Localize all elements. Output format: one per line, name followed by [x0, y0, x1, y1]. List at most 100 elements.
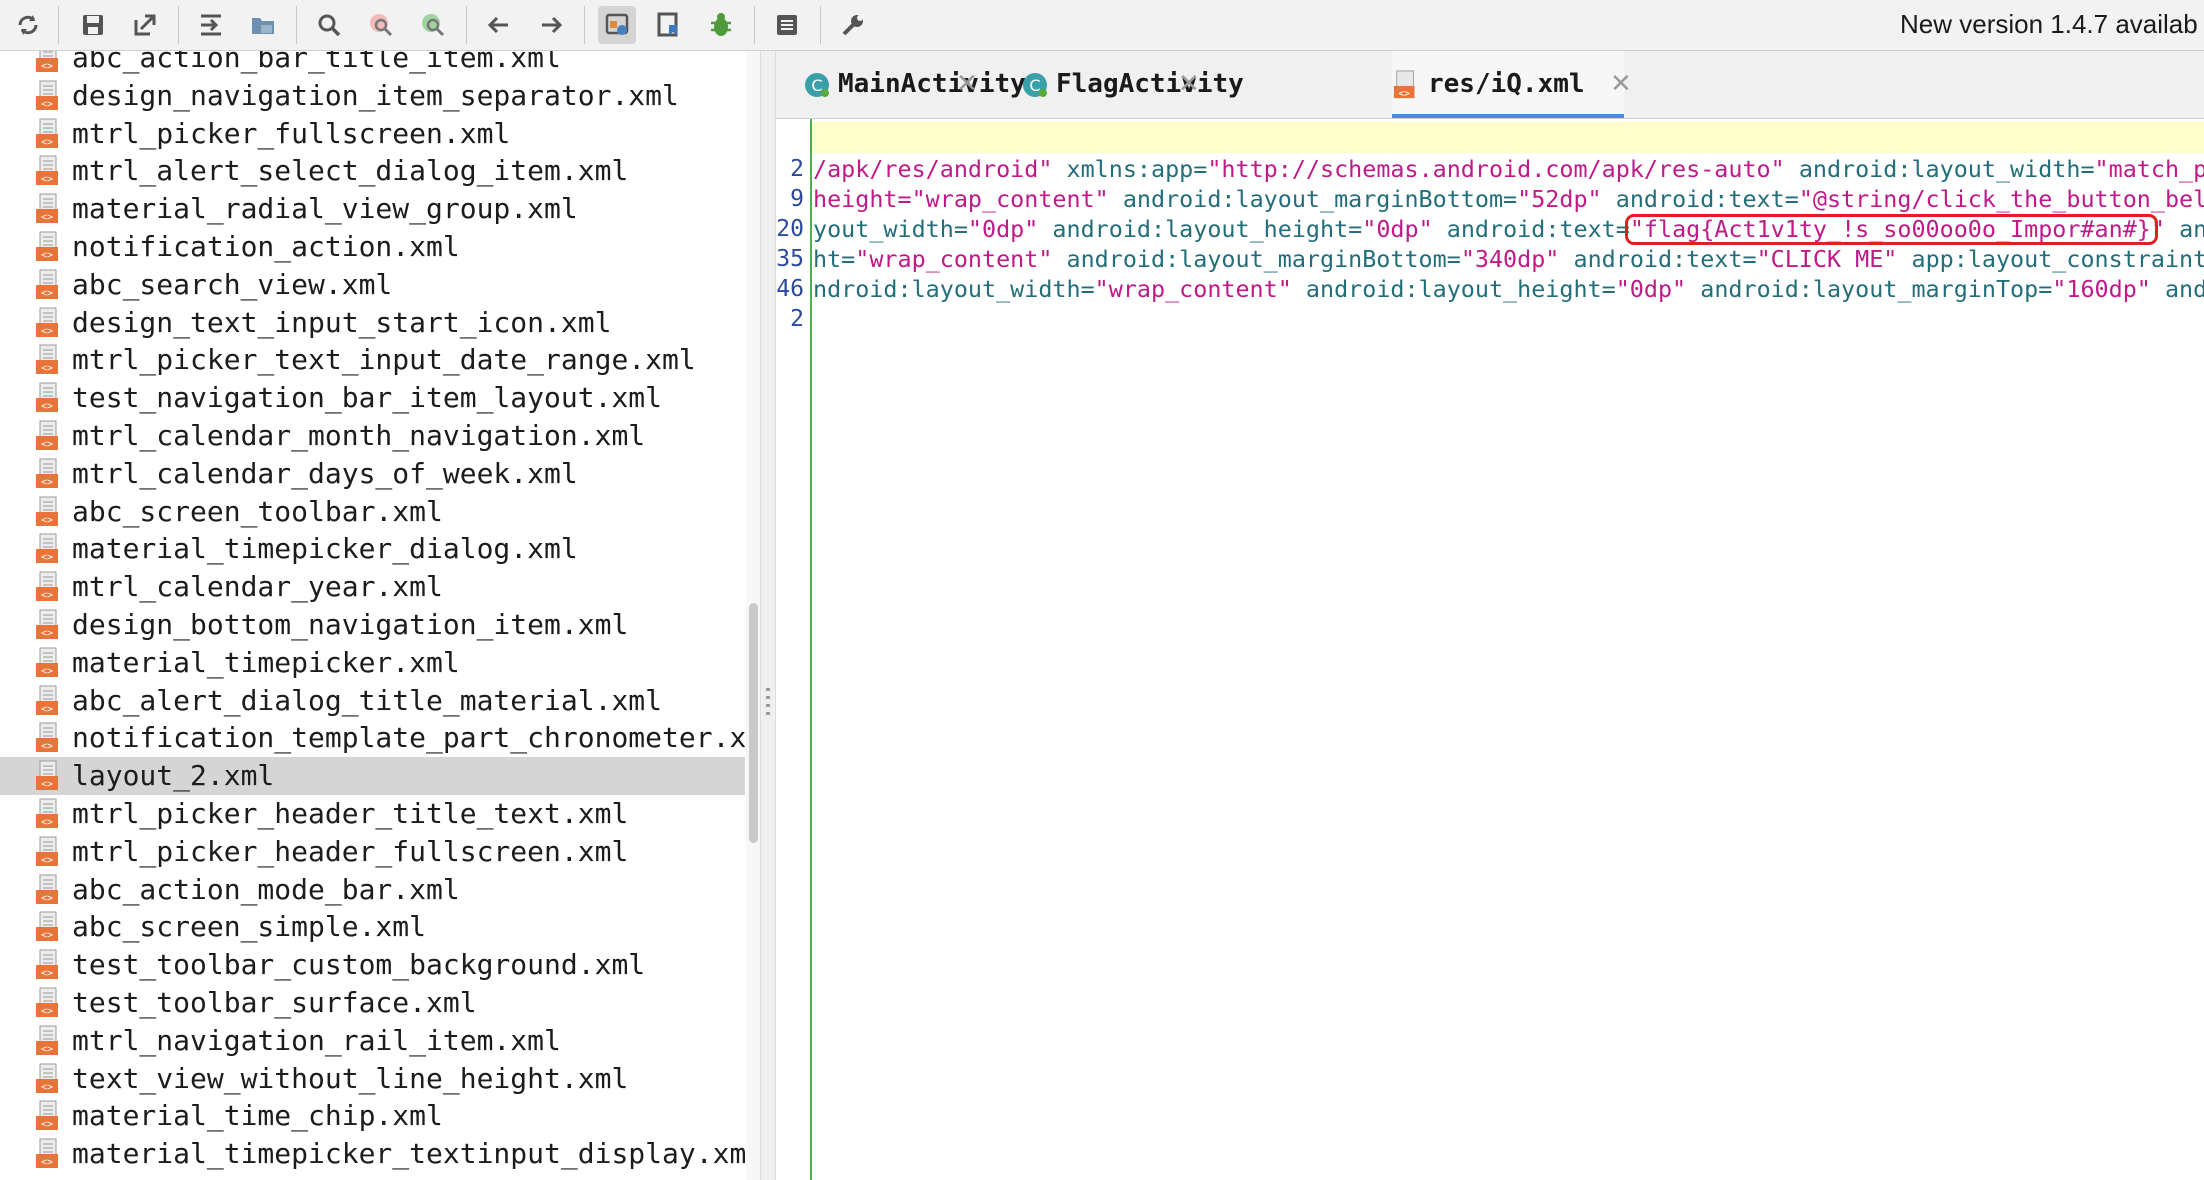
tab-res-iq-xml[interactable]: <> res/iQ.xml ✕: [1392, 51, 1632, 118]
find-class-icon[interactable]: [362, 6, 400, 44]
tree-item-abc-screen-toolbar[interactable]: <> abc_screen_toolbar.xml: [0, 493, 745, 531]
tree-item-abc-action-bar-title-item[interactable]: <> abc_action_bar_title_item.xml: [0, 51, 745, 77]
sync-icon[interactable]: [9, 6, 47, 44]
back-arrow-icon[interactable]: [480, 6, 518, 44]
tree-item-mtrl-picker-header-fullscreen[interactable]: <> mtrl_picker_header_fullscreen.xml: [0, 833, 745, 871]
tree-item-design-navigation-item-separator[interactable]: <> design_navigation_item_separator.xml: [0, 77, 745, 115]
tree-item-abc-search-view[interactable]: <> abc_search_view.xml: [0, 266, 745, 304]
tab-main-activity[interactable]: C MainActivity ✕: [776, 51, 1026, 118]
navigate-icon[interactable]: [192, 6, 230, 44]
xml-file-icon: <>: [34, 798, 64, 830]
find-usage-icon[interactable]: [414, 6, 452, 44]
resource-file-tree: <> abc_action_bar_title_item.xml <> design_…: [0, 51, 760, 1180]
svg-text:<>: <>: [41, 779, 53, 790]
open-folder-icon[interactable]: [244, 6, 282, 44]
svg-text:<>: <>: [41, 174, 53, 185]
xml-attribute: android:layout_height=: [1052, 215, 1363, 243]
tree-item-design-bottom-navigation-item[interactable]: <> design_bottom_navigation_item.xml: [0, 606, 745, 644]
tree-item-notification-template-part-chronometer[interactable]: <> notification_template_part_chronometer…: [0, 719, 760, 757]
tree-item-mtrl-alert-select-dialog-item[interactable]: <> mtrl_alert_select_dialog_item.xml: [0, 152, 745, 190]
tree-item-mtrl-navigation-rail-item[interactable]: <> mtrl_navigation_rail_item.xml: [0, 1022, 745, 1060]
bookmark-icon[interactable]: [650, 6, 688, 44]
tree-item-text-view-without-line-height[interactable]: <> text_view_without_line_height.xml: [0, 1060, 745, 1098]
svg-text:<>: <>: [41, 212, 53, 223]
xml-attribute: android:layout_width=: [1798, 155, 2095, 183]
save-icon[interactable]: [74, 6, 112, 44]
svg-text:<>: <>: [41, 250, 53, 261]
line-number: 20: [776, 216, 804, 242]
tree-item-test-navigation-bar-item-layout[interactable]: <> test_navigation_bar_item_layout.xml: [0, 379, 745, 417]
svg-text:<>: <>: [41, 515, 53, 526]
xml-string: /apk/res/android": [813, 155, 1053, 183]
tree-item-abc-action-mode-bar[interactable]: <> abc_action_mode_bar.xml: [0, 871, 745, 909]
tree-item-test-toolbar-surface[interactable]: <> test_toolbar_surface.xml: [0, 984, 745, 1022]
close-icon[interactable]: ✕: [1178, 69, 1200, 99]
tree-item-material-timepicker[interactable]: <> material_timepicker.xml: [0, 644, 745, 682]
debug-bug-icon[interactable]: [702, 6, 740, 44]
tree-item-mtrl-calendar-year[interactable]: <> mtrl_calendar_year.xml: [0, 568, 745, 606]
xml-attribute: ndroid:layout_width=: [813, 275, 1095, 303]
tree-item-layout-2[interactable]: <> layout_2.xml: [0, 757, 745, 796]
decompile-mode-icon[interactable]: [598, 6, 636, 44]
svg-text:<>: <>: [41, 1157, 53, 1168]
tab-flag-activity[interactable]: C FlagActivity ✕: [1006, 51, 1244, 118]
tab-label: res/iQ.xml: [1428, 69, 1585, 99]
xml-attribute: app:layout_constraintE: [1911, 245, 2204, 273]
tree-item-material-timepicker-textinput-display[interactable]: <> material_timepicker_textinput_display.…: [0, 1135, 760, 1173]
line-number: 35: [776, 246, 804, 272]
forward-arrow-icon[interactable]: [532, 6, 570, 44]
tree-item-material-time-chip[interactable]: <> material_time_chip.xml: [0, 1097, 745, 1135]
svg-text:<>: <>: [41, 1044, 53, 1055]
xml-file-icon: <>: [34, 458, 64, 490]
update-notice[interactable]: New version 1.4.7 availab: [1900, 9, 2198, 40]
tree-item-notification-action[interactable]: <> notification_action.xml: [0, 228, 745, 266]
file-tree-scrollbar-thumb[interactable]: [749, 603, 758, 843]
svg-text:<>: <>: [41, 137, 53, 148]
code-line: ndroid:layout_width="wrap_content" andro…: [813, 274, 2204, 304]
xml-file-icon: <>: [34, 420, 64, 452]
tree-item-design-text-input-start-icon[interactable]: <> design_text_input_start_icon.xml: [0, 304, 745, 342]
xml-string: "0dp": [1362, 215, 1433, 243]
svg-text:<>: <>: [41, 99, 53, 110]
flag-highlight-box: [1625, 214, 2158, 245]
wrench-settings-icon[interactable]: [834, 6, 872, 44]
code-line: ht="wrap_content" android:layout_marginB…: [813, 244, 2204, 274]
xml-file-icon: <>: [34, 80, 64, 112]
xml-string: "wrap_content": [1094, 275, 1292, 303]
xml-attribute: yout_width=: [813, 215, 968, 243]
xml-attribute: android:text=: [1615, 185, 1799, 213]
tree-item-mtrl-calendar-month-navigation[interactable]: <> mtrl_calendar_month_navigation.xml: [0, 417, 745, 455]
editor-tab-bar: C MainActivity ✕ C FlagActivity ✕ <> res…: [776, 51, 2204, 119]
xml-file-icon: <>: [34, 269, 64, 301]
svg-text:<>: <>: [41, 968, 53, 979]
tree-item-mtrl-picker-fullscreen[interactable]: <> mtrl_picker_fullscreen.xml: [0, 115, 745, 153]
xml-file-icon: <>: [34, 155, 64, 187]
line-number: 2: [790, 306, 804, 332]
close-icon[interactable]: ✕: [956, 69, 978, 99]
xml-attribute: android:layout_marginTop=: [1700, 275, 2053, 303]
export-icon[interactable]: [126, 6, 164, 44]
search-icon[interactable]: [310, 6, 348, 44]
tree-item-abc-alert-dialog-title-material[interactable]: <> abc_alert_dialog_title_material.xml: [0, 682, 745, 720]
main-toolbar: New version 1.4.7 availab: [0, 0, 2204, 51]
tree-item-material-timepicker-dialog[interactable]: <> material_timepicker_dialog.xml: [0, 530, 745, 568]
tree-item-mtrl-picker-text-input-date-range[interactable]: <> mtrl_picker_text_input_date_range.xml: [0, 341, 745, 379]
tree-item-test-toolbar-custom-background[interactable]: <> test_toolbar_custom_background.xml: [0, 946, 745, 984]
tree-item-mtrl-picker-header-title-text[interactable]: <> mtrl_picker_header_title_text.xml: [0, 795, 745, 833]
panel-splitter[interactable]: [760, 51, 776, 1180]
tab-label: MainActivity: [838, 69, 1026, 99]
code-line: /apk/res/android" xmlns:app="http://sche…: [813, 154, 2204, 184]
tree-item-label: mtrl_calendar_month_navigation.xml: [72, 419, 646, 452]
xml-file-icon: <>: [1393, 70, 1415, 99]
tree-item-mtrl-calendar-days-of-week[interactable]: <> mtrl_calendar_days_of_week.xml: [0, 455, 745, 493]
tree-item-abc-screen-simple[interactable]: <> abc_screen_simple.xml: [0, 908, 745, 946]
close-icon[interactable]: ✕: [1610, 69, 1632, 99]
tree-item-material-radial-view-group[interactable]: <> material_radial_view_group.xml: [0, 190, 745, 228]
log-icon[interactable]: [768, 6, 806, 44]
tree-item-label: abc_screen_toolbar.xml: [72, 494, 443, 528]
